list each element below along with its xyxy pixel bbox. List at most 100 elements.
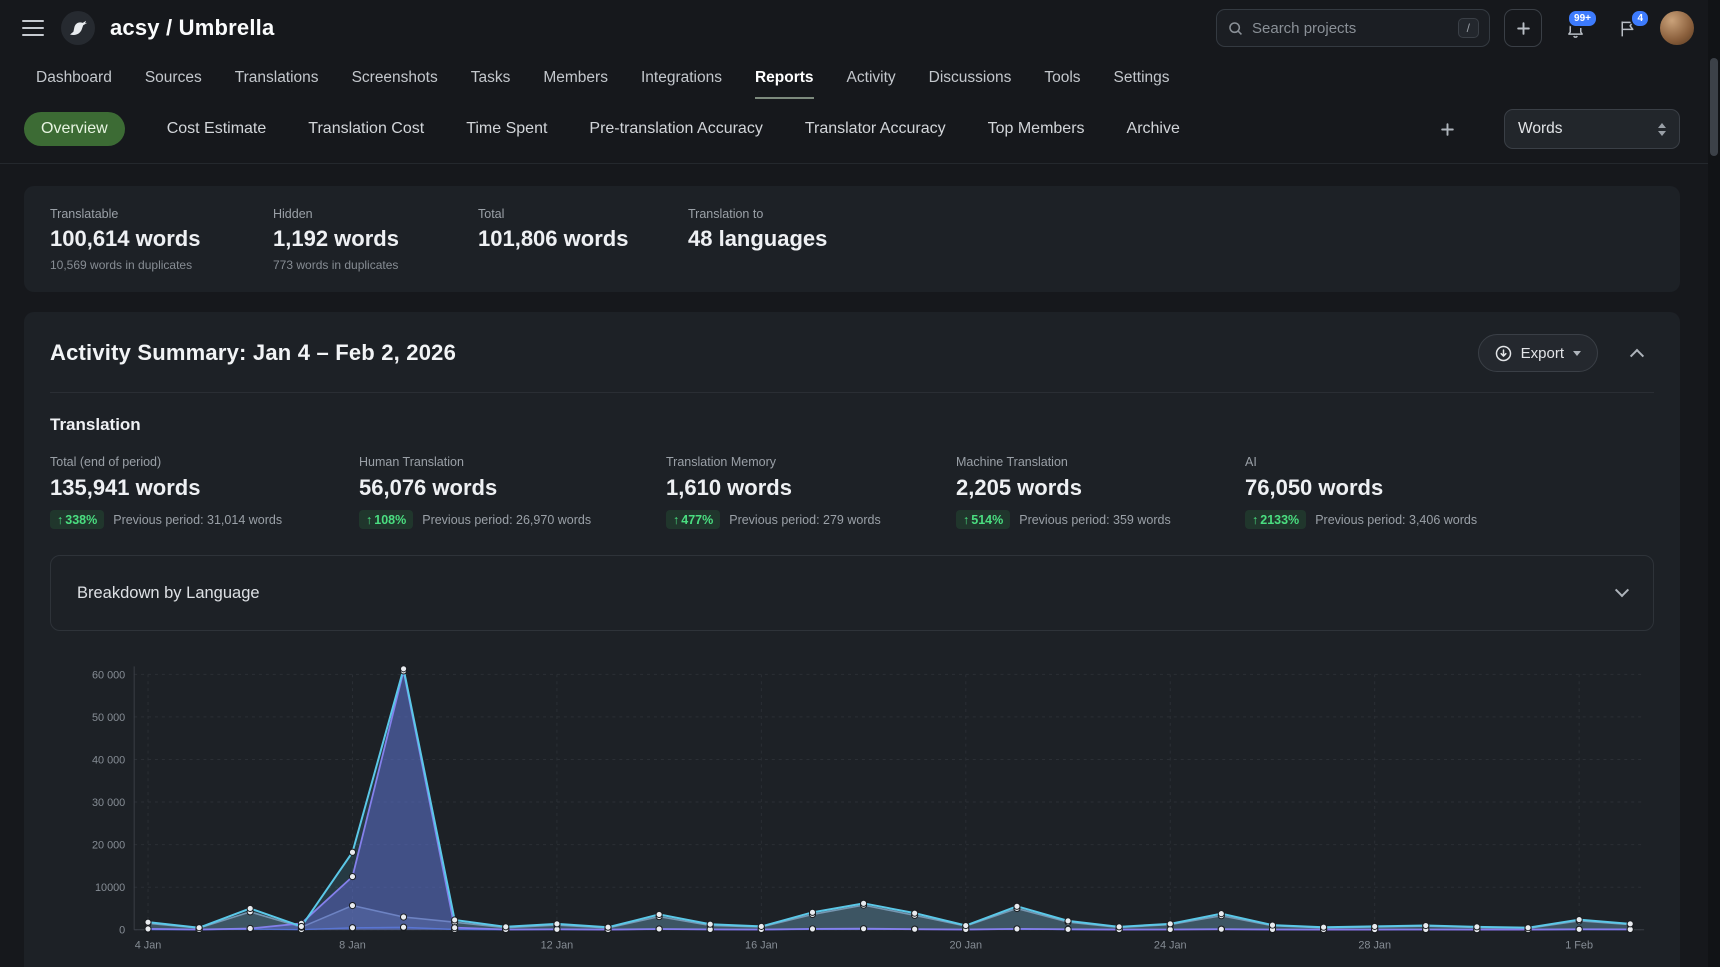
delta-badge: 338% bbox=[50, 510, 104, 529]
metric-machine-translation: Machine Translation 2,205 words 514% Pre… bbox=[956, 455, 1245, 529]
stat-hidden: Hidden 1,192 words 773 words in duplicat… bbox=[273, 207, 478, 272]
svg-text:30 000: 30 000 bbox=[92, 797, 125, 809]
main-content: Translatable 100,614 words 10,569 words … bbox=[0, 186, 1720, 967]
report-tab-cost-estimate[interactable]: Cost Estimate bbox=[167, 120, 267, 138]
add-report-tab-button[interactable] bbox=[1432, 114, 1462, 144]
activity-chart-container: 01000020 00030 00040 00050 00060 0004 Ja… bbox=[50, 657, 1654, 957]
metric-value: 56,076 words bbox=[359, 475, 666, 501]
arrow-up-icon bbox=[673, 513, 681, 527]
report-tab-pretranslation-accuracy[interactable]: Pre-translation Accuracy bbox=[589, 120, 762, 138]
nav-tab-screenshots[interactable]: Screenshots bbox=[352, 56, 438, 99]
activity-summary-header: Activity Summary: Jan 4 – Feb 2, 2026 Ex… bbox=[50, 334, 1654, 393]
project-logo[interactable] bbox=[60, 10, 96, 46]
metric-label: AI bbox=[1245, 455, 1654, 469]
nav-tab-activity[interactable]: Activity bbox=[847, 56, 896, 99]
arrow-up-icon bbox=[963, 513, 971, 527]
svg-text:16 Jan: 16 Jan bbox=[745, 940, 778, 952]
report-tab-translator-accuracy[interactable]: Translator Accuracy bbox=[805, 120, 946, 138]
nav-tab-dashboard[interactable]: Dashboard bbox=[36, 56, 112, 99]
svg-text:8 Jan: 8 Jan bbox=[339, 940, 366, 952]
stat-sub: 773 words in duplicates bbox=[273, 258, 478, 272]
export-button[interactable]: Export bbox=[1478, 334, 1598, 372]
metric-label: Machine Translation bbox=[956, 455, 1245, 469]
search-icon bbox=[1227, 20, 1244, 37]
plus-icon bbox=[1515, 20, 1532, 37]
nav-tab-reports[interactable]: Reports bbox=[755, 56, 814, 99]
delta-badge: 514% bbox=[956, 510, 1010, 529]
metric-total: Total (end of period) 135,941 words 338%… bbox=[50, 455, 359, 529]
svg-text:28 Jan: 28 Jan bbox=[1358, 940, 1391, 952]
breadcrumb: acsy / Umbrella bbox=[110, 15, 274, 41]
stat-total: Total 101,806 words bbox=[478, 207, 688, 272]
notification-badge: 99+ bbox=[1567, 9, 1598, 28]
stat-label: Translatable bbox=[50, 207, 273, 221]
previous-period-text: Previous period: 31,014 words bbox=[113, 513, 282, 527]
metric-label: Total (end of period) bbox=[50, 455, 359, 469]
svg-text:50 000: 50 000 bbox=[92, 712, 125, 724]
select-arrows-icon bbox=[1658, 123, 1666, 136]
arrow-up-icon bbox=[366, 513, 374, 527]
collapse-section-button[interactable] bbox=[1620, 336, 1654, 370]
export-label: Export bbox=[1521, 345, 1564, 362]
translation-metrics: Total (end of period) 135,941 words 338%… bbox=[50, 455, 1654, 529]
chevron-up-icon bbox=[1630, 349, 1644, 363]
caret-down-icon bbox=[1573, 351, 1581, 356]
activity-summary-card: Activity Summary: Jan 4 – Feb 2, 2026 Ex… bbox=[24, 312, 1680, 967]
metric-label: Translation Memory bbox=[666, 455, 956, 469]
report-tab-translation-cost[interactable]: Translation Cost bbox=[308, 120, 424, 138]
search-box[interactable]: / bbox=[1216, 9, 1490, 47]
arrow-up-icon bbox=[57, 513, 65, 527]
nav-tab-integrations[interactable]: Integrations bbox=[641, 56, 722, 99]
notifications-button[interactable]: 99+ bbox=[1556, 9, 1594, 47]
topbar: acsy / Umbrella / 99+ 4 bbox=[0, 0, 1720, 56]
unit-selector[interactable]: Words bbox=[1504, 109, 1680, 149]
stat-sub: 10,569 words in duplicates bbox=[50, 258, 273, 272]
messages-button[interactable]: 4 bbox=[1608, 9, 1646, 47]
report-tab-top-members[interactable]: Top Members bbox=[988, 120, 1085, 138]
metric-translation-memory: Translation Memory 1,610 words 477% Prev… bbox=[666, 455, 956, 529]
search-input[interactable] bbox=[1252, 20, 1450, 37]
chevron-down-icon bbox=[1615, 583, 1629, 597]
user-avatar[interactable] bbox=[1660, 11, 1694, 45]
delta-badge: 108% bbox=[359, 510, 413, 529]
arrow-up-icon bbox=[1252, 513, 1260, 527]
nav-tab-tasks[interactable]: Tasks bbox=[471, 56, 511, 99]
nav-tab-tools[interactable]: Tools bbox=[1044, 56, 1080, 99]
stat-value: 100,614 words bbox=[50, 226, 273, 252]
nav-tab-sources[interactable]: Sources bbox=[145, 56, 202, 99]
nav-tab-discussions[interactable]: Discussions bbox=[929, 56, 1012, 99]
nav-tab-settings[interactable]: Settings bbox=[1114, 56, 1170, 99]
previous-period-text: Previous period: 279 words bbox=[729, 513, 880, 527]
create-project-button[interactable] bbox=[1504, 9, 1542, 47]
stat-label: Total bbox=[478, 207, 688, 221]
report-tab-archive[interactable]: Archive bbox=[1127, 120, 1180, 138]
word-stats-band: Translatable 100,614 words 10,569 words … bbox=[24, 186, 1680, 292]
metric-label: Human Translation bbox=[359, 455, 666, 469]
scrollbar-track[interactable] bbox=[1708, 0, 1720, 967]
stat-label: Hidden bbox=[273, 207, 478, 221]
stat-value: 1,192 words bbox=[273, 226, 478, 252]
nav-tab-translations[interactable]: Translations bbox=[235, 56, 319, 99]
svg-text:20 000: 20 000 bbox=[92, 840, 125, 852]
metric-value: 135,941 words bbox=[50, 475, 359, 501]
svg-text:60 000: 60 000 bbox=[92, 669, 125, 681]
project-nav: Dashboard Sources Translations Screensho… bbox=[0, 56, 1720, 99]
svg-text:20 Jan: 20 Jan bbox=[949, 940, 982, 952]
report-tab-time-spent[interactable]: Time Spent bbox=[466, 120, 547, 138]
unit-selector-value: Words bbox=[1518, 120, 1563, 138]
scrollbar-thumb[interactable] bbox=[1710, 58, 1718, 156]
metric-value: 1,610 words bbox=[666, 475, 956, 501]
stat-translation-to: Translation to 48 languages bbox=[688, 207, 1654, 272]
breakdown-by-language-toggle[interactable]: Breakdown by Language bbox=[50, 555, 1654, 631]
nav-tab-members[interactable]: Members bbox=[543, 56, 608, 99]
messages-badge: 4 bbox=[1630, 9, 1650, 28]
search-shortcut-hint: / bbox=[1458, 18, 1479, 38]
svg-text:24 Jan: 24 Jan bbox=[1154, 940, 1187, 952]
metric-ai: AI 76,050 words 2133% Previous period: 3… bbox=[1245, 455, 1654, 529]
hamburger-menu-icon[interactable] bbox=[20, 18, 46, 38]
delta-badge: 477% bbox=[666, 510, 720, 529]
svg-text:1 Feb: 1 Feb bbox=[1565, 940, 1593, 952]
activity-summary-title: Activity Summary: Jan 4 – Feb 2, 2026 bbox=[50, 340, 456, 366]
report-tab-overview[interactable]: Overview bbox=[24, 112, 125, 146]
stat-label: Translation to bbox=[688, 207, 1654, 221]
